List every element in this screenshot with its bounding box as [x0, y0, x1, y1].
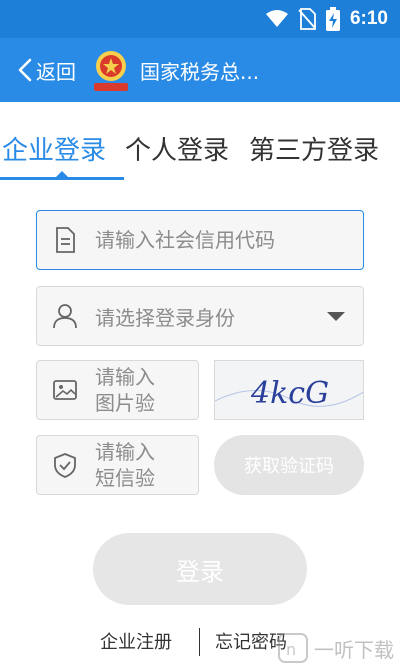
get-sms-code-button[interactable]: 获取验证码 — [214, 435, 364, 495]
tab-enterprise-login[interactable]: 企业登录 — [2, 130, 106, 167]
shield-check-icon — [54, 453, 76, 478]
chevron-left-icon — [18, 58, 32, 82]
svg-text:n: n — [286, 640, 296, 659]
footer-divider — [199, 628, 200, 656]
status-bar: 6:10 — [0, 0, 400, 38]
identity-select[interactable]: 请选择登录身份 — [36, 286, 364, 346]
identity-select-placeholder: 请选择登录身份 — [95, 305, 235, 330]
login-tabs: 企业登录 个人登录 第三方登录 — [0, 122, 400, 182]
dropdown-arrow-icon — [327, 311, 345, 321]
captcha-text: 4kcG — [250, 376, 329, 411]
image-captcha-placeholder: 请输入图片验 — [95, 365, 155, 415]
watermark-logo-icon: n — [278, 633, 308, 663]
back-button[interactable]: 返回 — [0, 38, 84, 102]
battery-charging-icon — [325, 7, 340, 31]
credit-code-input[interactable] — [95, 228, 363, 252]
watermark-text: 一听下载 — [314, 637, 394, 662]
status-icons: 6:10 — [265, 6, 388, 32]
login-button[interactable]: 登录 — [93, 533, 307, 605]
user-icon — [53, 304, 77, 329]
wifi-icon — [265, 10, 288, 27]
tax-emblem-icon — [94, 51, 128, 91]
forgot-password-link[interactable]: 忘记密码 — [215, 628, 287, 654]
sms-code-placeholder: 请输入短信验 — [95, 440, 155, 490]
no-sim-icon — [298, 8, 316, 30]
credit-code-field[interactable] — [36, 210, 364, 270]
captcha-image[interactable]: 4kcG — [214, 360, 364, 420]
app-bar: 返回 国家税务总... — [0, 38, 400, 102]
watermark: n 一听下载 — [278, 628, 394, 668]
tab-personal-login[interactable]: 个人登录 — [125, 130, 229, 167]
captcha-graphic: 4kcG — [215, 361, 363, 419]
tab-third-party-login[interactable]: 第三方登录 — [249, 130, 379, 167]
tab-active-underline — [0, 177, 124, 180]
app-title: 国家税务总... — [140, 59, 260, 84]
image-icon — [53, 380, 77, 400]
back-label: 返回 — [36, 59, 76, 84]
status-time: 6:10 — [349, 8, 388, 29]
sms-code-field[interactable]: 请输入短信验 — [36, 435, 199, 495]
enterprise-register-link[interactable]: 企业注册 — [100, 628, 172, 654]
image-captcha-field[interactable]: 请输入图片验 — [36, 360, 199, 420]
document-icon — [56, 227, 75, 253]
